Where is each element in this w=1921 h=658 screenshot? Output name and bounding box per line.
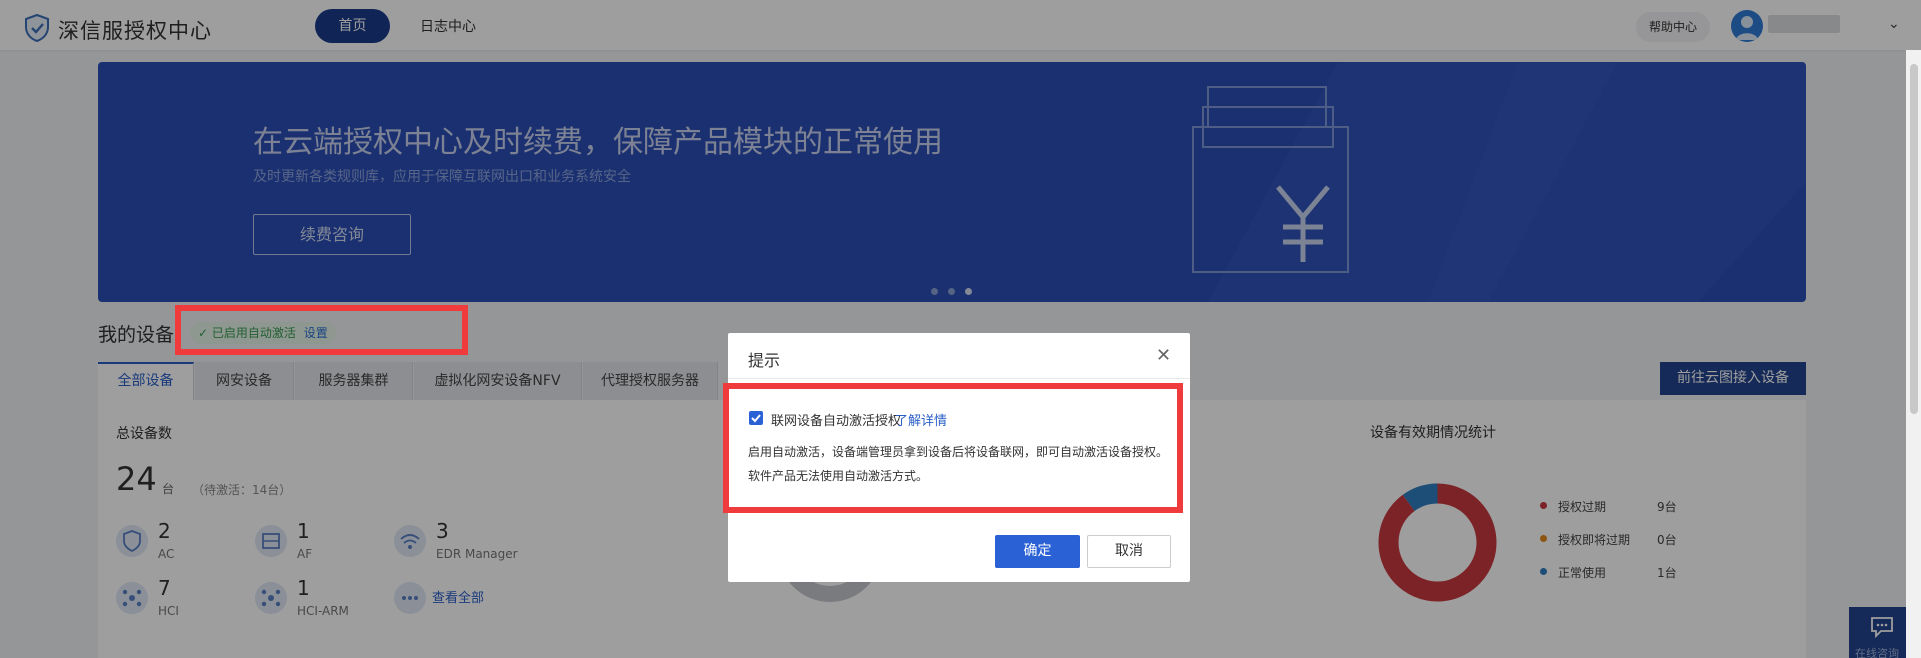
highlight-box-auto-badge [175, 305, 468, 355]
page-scrollbar-thumb[interactable] [1910, 64, 1918, 414]
close-icon[interactable]: ✕ [1156, 345, 1171, 366]
dialog-title: 提示 [748, 351, 781, 370]
dialog-header: 提示 ✕ [728, 333, 1190, 379]
highlight-box-dialog [723, 383, 1183, 513]
confirm-button[interactable]: 确定 [995, 535, 1080, 568]
cancel-button[interactable]: 取消 [1087, 535, 1171, 568]
